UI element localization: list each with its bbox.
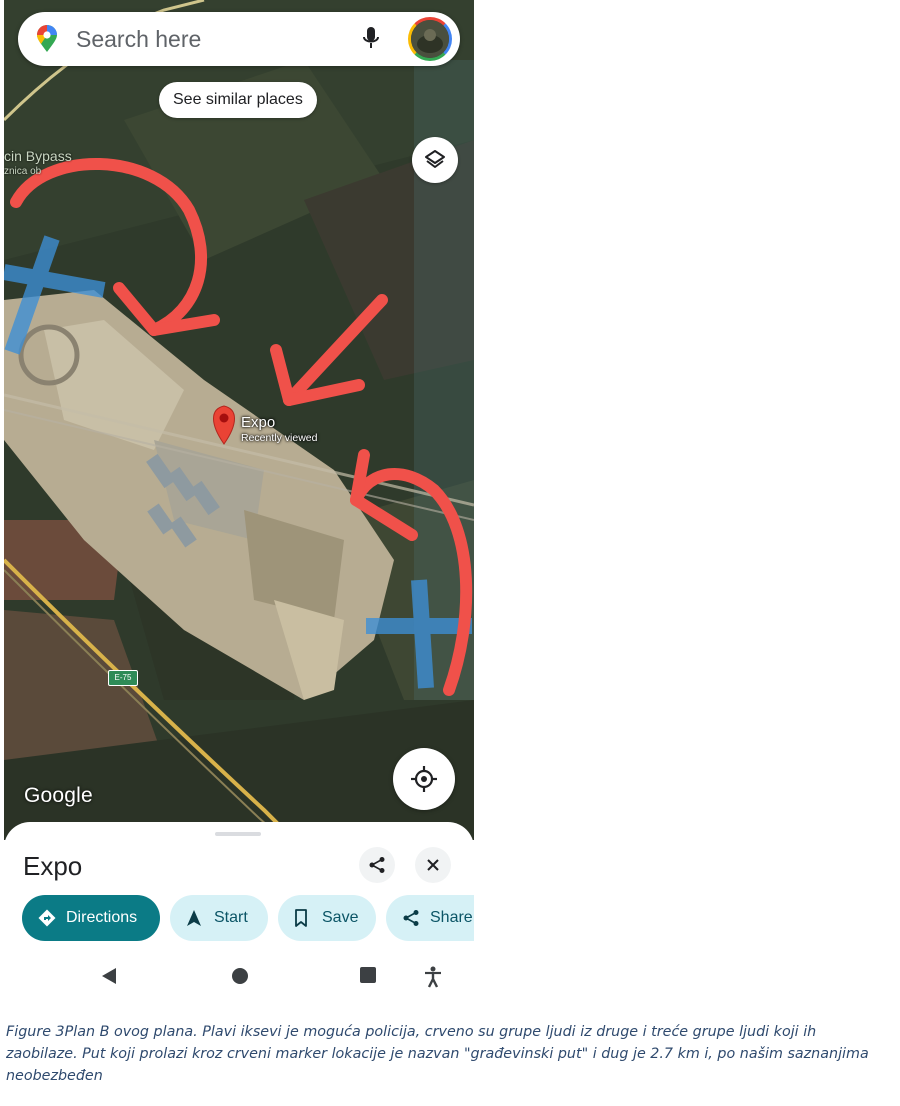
- search-bar[interactable]: Search here: [18, 12, 460, 66]
- share-icon: [402, 909, 420, 932]
- place-subtitle: Recently viewed: [241, 432, 318, 444]
- crosshair-icon: [411, 766, 437, 792]
- place-name: Expo: [241, 414, 276, 431]
- highway-shield: E-75: [108, 670, 138, 686]
- place-title: Expo: [23, 851, 83, 881]
- google-attribution: Google: [24, 784, 93, 807]
- drag-handle[interactable]: [215, 832, 261, 836]
- road-label: cin Bypass: [4, 148, 72, 164]
- save-button[interactable]: Save: [278, 895, 376, 941]
- home-icon[interactable]: [230, 966, 250, 991]
- share-action-button[interactable]: Share: [386, 895, 474, 941]
- start-button[interactable]: Start: [170, 895, 268, 941]
- share-button[interactable]: [359, 847, 395, 883]
- directions-button[interactable]: Directions: [22, 895, 160, 941]
- place-bottom-sheet[interactable]: Expo Directions Start Save Share: [4, 822, 474, 1000]
- directions-icon: [38, 909, 56, 932]
- microphone-icon[interactable]: [362, 26, 380, 57]
- road-label-secondary: znica ob: [4, 166, 42, 177]
- satellite-imagery: [4, 0, 474, 840]
- close-button[interactable]: [415, 847, 451, 883]
- share-icon: [369, 857, 385, 873]
- recents-icon[interactable]: [359, 966, 377, 989]
- see-similar-places-chip[interactable]: See similar places: [159, 82, 317, 118]
- layers-button[interactable]: [412, 137, 458, 183]
- start-label: Start: [214, 909, 248, 926]
- phone-screenshot: cin Bypass znica ob E-75 Expo Recently v…: [4, 0, 474, 1000]
- back-icon[interactable]: [100, 966, 118, 991]
- layers-icon: [425, 150, 445, 168]
- figure-caption: Figure 3Plan B ovog plana. Plavi iksevi …: [6, 1024, 869, 1084]
- close-icon: [427, 859, 439, 871]
- share-label: Share: [430, 909, 473, 926]
- accessibility-icon[interactable]: [424, 966, 442, 993]
- save-label: Save: [322, 909, 359, 926]
- bookmark-icon: [294, 909, 308, 932]
- directions-label: Directions: [66, 909, 138, 926]
- search-input[interactable]: Search here: [76, 26, 201, 53]
- navigation-arrow-icon: [186, 909, 202, 932]
- action-buttons-row: Directions Start Save Share: [22, 895, 474, 943]
- map-place-label[interactable]: Expo Recently viewed: [241, 414, 317, 444]
- maps-logo-icon: [36, 25, 58, 58]
- satellite-map[interactable]: cin Bypass znica ob E-75 Expo Recently v…: [4, 0, 474, 840]
- android-navigation-bar: [4, 960, 474, 1000]
- account-avatar[interactable]: [408, 17, 452, 61]
- my-location-button[interactable]: [393, 748, 455, 810]
